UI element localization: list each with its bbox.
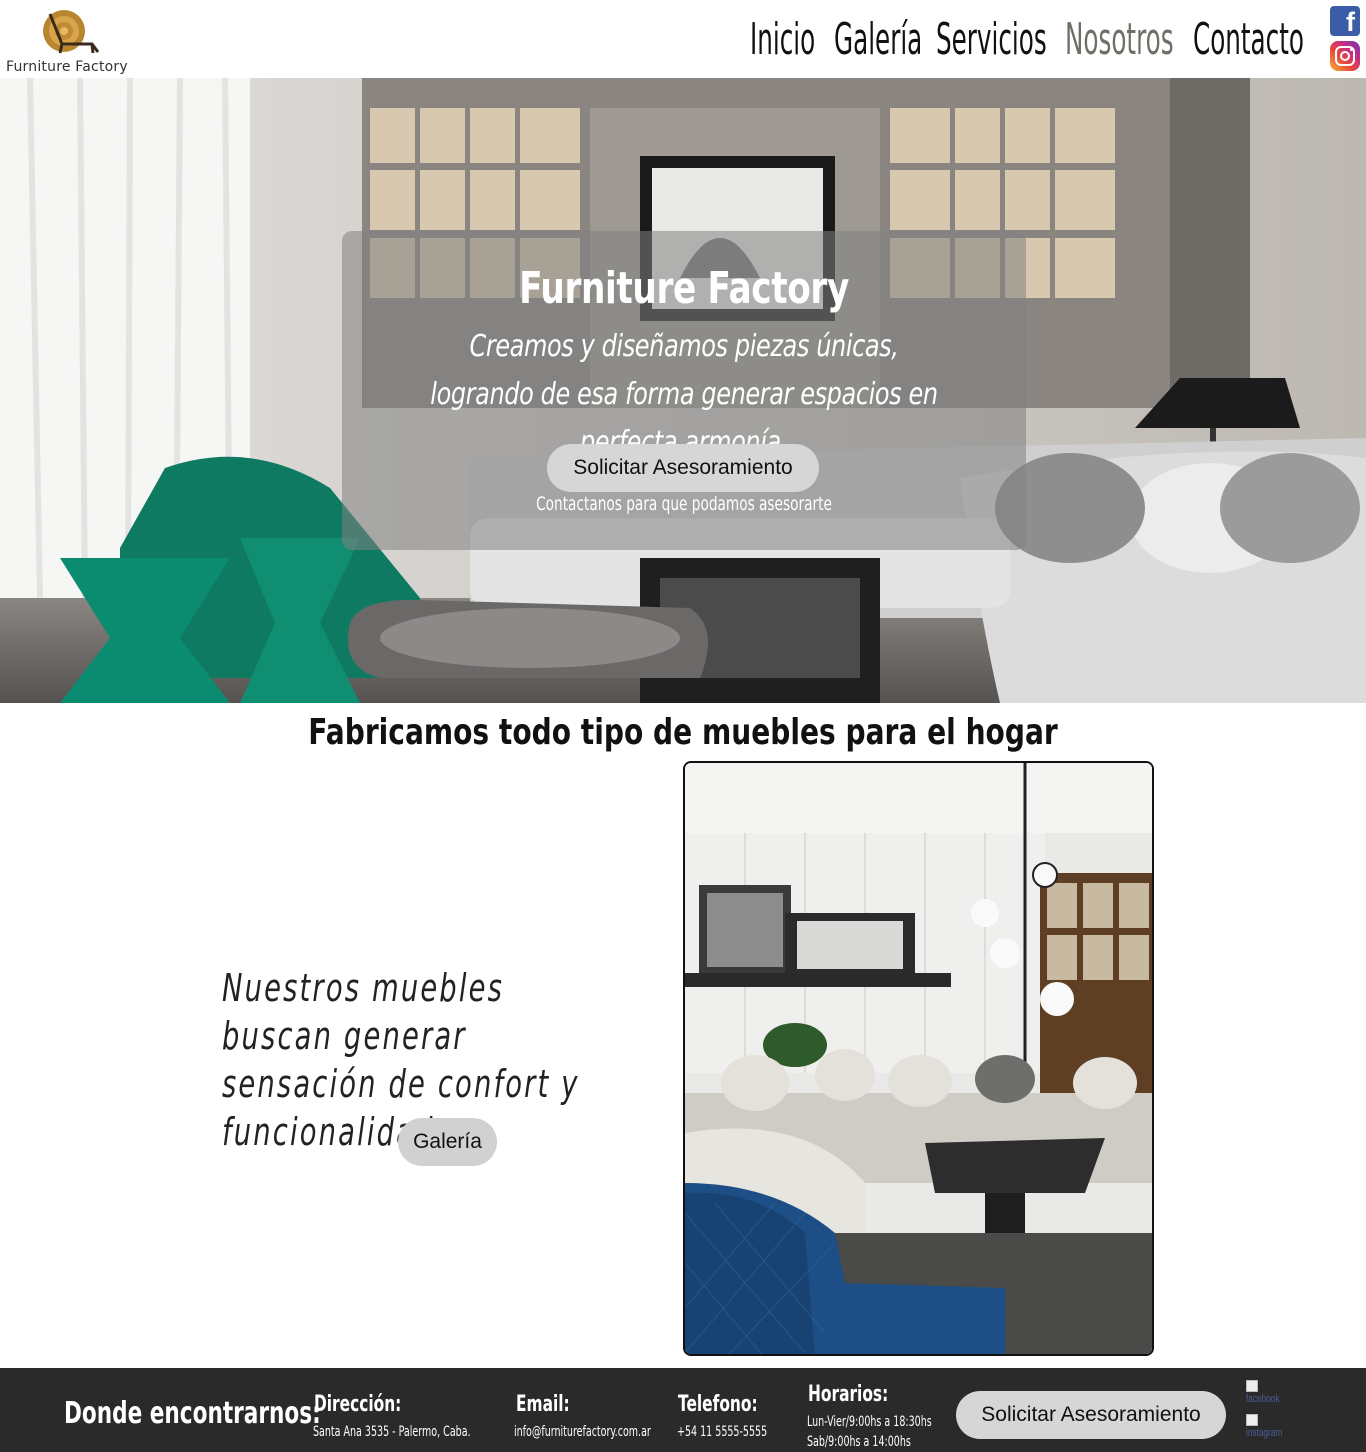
- footer-hours-weekdays: Lun-Vier/9:00hs a 18:30hs: [807, 1414, 932, 1430]
- chair-logo-icon: [43, 10, 100, 54]
- footer-phone-label: Telefono:: [678, 1392, 758, 1417]
- site-header: Furniture Factory Inicio Galería Servici…: [0, 0, 1366, 78]
- hero-title: Furniture Factory: [519, 263, 849, 314]
- site-footer: Donde encontrarnos: Dirección: Santa Ana…: [0, 1368, 1366, 1452]
- hero-overlay-card: Furniture Factory Creamos y diseñamos pi…: [342, 231, 1026, 550]
- logo-text: Furniture Factory: [6, 59, 128, 75]
- hero-note: Contactanos para que podamos asesorarte: [536, 493, 832, 515]
- instagram-icon[interactable]: [1330, 41, 1360, 71]
- broken-image-icon: [1246, 1380, 1258, 1392]
- nav-inicio[interactable]: Inicio: [750, 8, 815, 72]
- footer-email-value[interactable]: info@furniturefactory.com.ar: [514, 1424, 651, 1440]
- nav-servicios[interactable]: Servicios: [936, 8, 1047, 72]
- galeria-button[interactable]: Galería: [398, 1118, 497, 1166]
- broken-image-icon: [1246, 1414, 1258, 1426]
- nav-galeria[interactable]: Galería: [834, 8, 922, 72]
- facebook-icon[interactable]: f: [1330, 6, 1360, 37]
- footer-heading: Donde encontrarnos:: [64, 1396, 321, 1431]
- footer-address-label: Dirección:: [314, 1392, 402, 1417]
- room-photo-image: [685, 763, 1152, 1354]
- footer-facebook-link[interactable]: facebook: [1246, 1380, 1306, 1408]
- nav-nosotros[interactable]: Nosotros: [1065, 8, 1174, 72]
- footer-hours-label: Horarios:: [808, 1382, 889, 1407]
- nav-contacto[interactable]: Contacto: [1193, 8, 1304, 72]
- hero-solicitar-asesoramiento-button[interactable]: Solicitar Asesoramiento: [547, 444, 819, 492]
- room-photo: [683, 761, 1154, 1356]
- header-social-links: f: [1330, 6, 1360, 72]
- instagram-alt-text: instagram: [1246, 1427, 1283, 1439]
- hero-banner: Furniture Factory Creamos y diseñamos pi…: [0, 78, 1366, 703]
- footer-address-value: Santa Ana 3535 - Palermo, Caba.: [313, 1424, 471, 1440]
- footer-email-label: Email:: [516, 1392, 570, 1417]
- footer-solicitar-asesoramiento-button[interactable]: Solicitar Asesoramiento: [956, 1391, 1226, 1439]
- facebook-alt-text: facebook: [1246, 1393, 1280, 1405]
- footer-instagram-link[interactable]: instagram: [1246, 1414, 1306, 1442]
- site-logo[interactable]: Furniture Factory: [6, 4, 138, 76]
- footer-phone-value: +54 11 5555-5555: [677, 1424, 768, 1440]
- footer-hours-saturday: Sab/9:00hs a 14:00hs: [807, 1434, 911, 1450]
- section-title: Fabricamos todo tipo de muebles para el …: [308, 712, 1058, 753]
